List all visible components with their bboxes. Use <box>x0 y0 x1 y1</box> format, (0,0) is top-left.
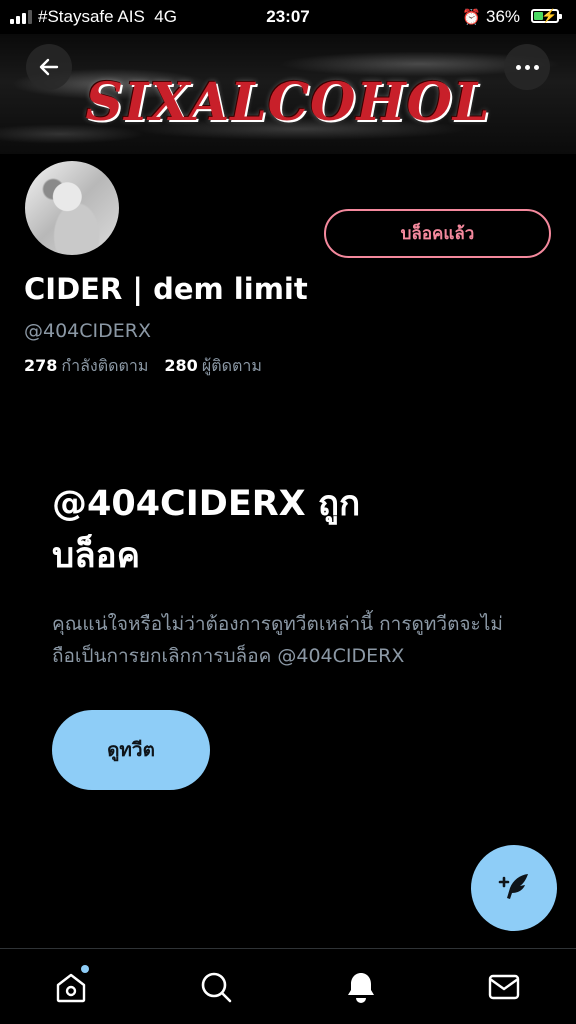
user-handle: @404CIDERX <box>24 320 151 342</box>
profile-screen: #Staysafe AIS 4G 23:07 ⏰ 36% ⚡ SIXALCOHO… <box>0 0 576 1024</box>
arrow-left-icon <box>39 58 59 76</box>
more-dots-icon <box>515 64 539 70</box>
nav-messages[interactable] <box>484 967 524 1007</box>
home-icon <box>56 973 86 1003</box>
display-name: CIDER | dem limit <box>24 272 308 306</box>
profile-banner: SIXALCOHOL <box>0 34 576 154</box>
bell-icon <box>348 973 374 1003</box>
back-button[interactable] <box>26 44 72 90</box>
blocked-description: คุณแน่ใจหรือไม่ว่าต้องการดูทวีตเหล่านี้ … <box>52 613 503 667</box>
followers-label: ผู้ติดตาม <box>201 356 262 375</box>
following-link[interactable]: 278 กำลังติดตาม <box>24 354 148 379</box>
following-count: 278 <box>24 356 58 375</box>
view-tweets-button[interactable]: ดูทวีต <box>52 710 210 790</box>
follow-stats: 278 กำลังติดตาม 280 ผู้ติดตาม <box>24 354 262 379</box>
battery-icon: ⚡ <box>531 8 562 23</box>
banner-logo: SIXALCOHOL <box>85 72 491 133</box>
mail-icon <box>488 974 520 1000</box>
compose-feather-icon <box>498 874 528 899</box>
bottom-navigation <box>0 948 576 1024</box>
following-label: กำลังติดตาม <box>61 356 149 375</box>
followers-count: 280 <box>164 356 198 375</box>
blocked-title-line1: @404CIDERX ถูก <box>52 484 361 524</box>
compose-tweet-button[interactable] <box>471 845 557 931</box>
unread-indicator <box>81 965 89 973</box>
nav-home[interactable] <box>51 965 91 1007</box>
blocked-button[interactable]: บล็อคแล้ว <box>324 209 551 258</box>
search-icon <box>201 972 232 1003</box>
status-bar: #Staysafe AIS 4G 23:07 ⏰ 36% ⚡ <box>0 0 576 34</box>
nav-search[interactable] <box>196 967 236 1007</box>
alarm-icon: ⏰ <box>462 9 481 26</box>
followers-link[interactable]: 280 ผู้ติดตาม <box>164 354 261 379</box>
avatar[interactable] <box>22 158 122 258</box>
battery-percent: 36% <box>486 7 521 26</box>
nav-notifications[interactable] <box>341 967 381 1007</box>
blocked-title-line2: บล็อค <box>52 536 141 576</box>
blocked-title: @404CIDERX ถูก บล็อค <box>52 478 492 582</box>
more-options-button[interactable] <box>504 44 550 90</box>
